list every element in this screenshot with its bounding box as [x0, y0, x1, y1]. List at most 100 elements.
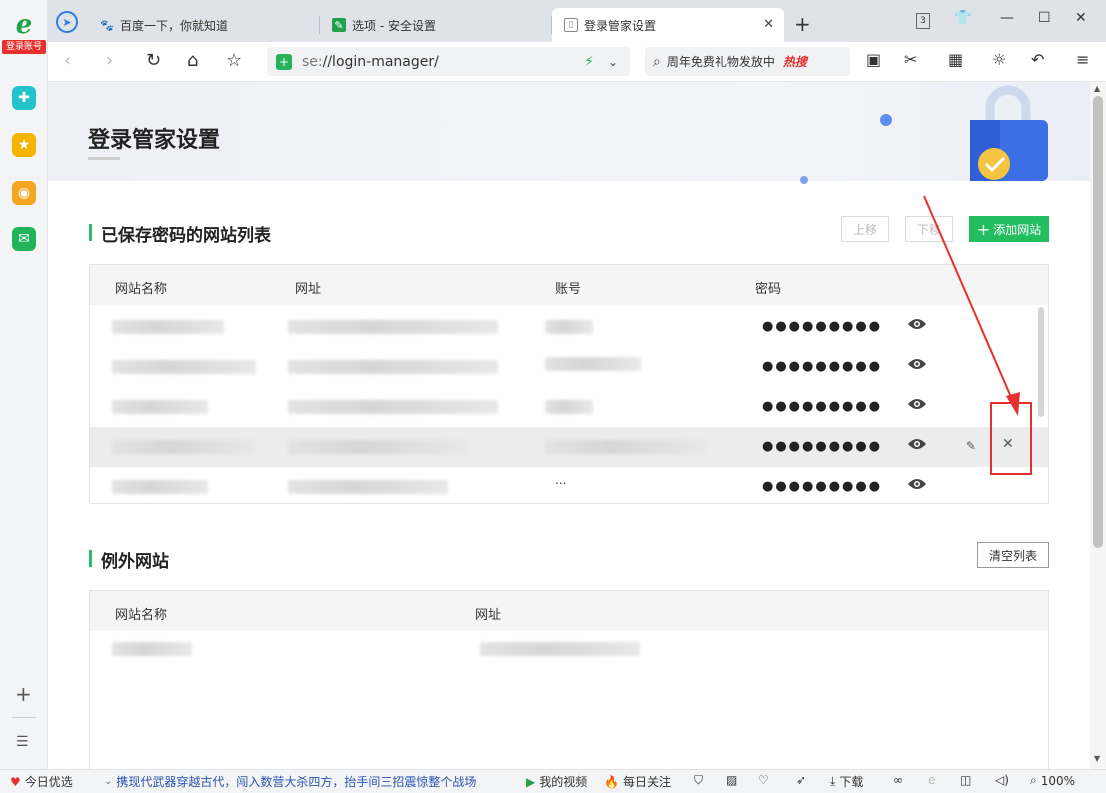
col-password: 密码 [755, 282, 782, 297]
left-sidebar: e 登录账号 ✚ ★ ◉ ✉ + ☰ [0, 0, 48, 769]
glasses-icon[interactable]: ∞ [893, 773, 903, 787]
password-mask: ●●●●●●●●● [762, 439, 883, 454]
rocket-icon[interactable]: ➶ [796, 773, 806, 787]
scroll-down-icon[interactable]: ▼ [1094, 754, 1100, 763]
brightness-icon[interactable]: ☼ [992, 50, 1006, 69]
table-scrollbar[interactable] [1038, 307, 1044, 417]
window-icon[interactable]: ◫ [960, 773, 971, 787]
skin-shirt-icon[interactable]: 👕 [954, 10, 971, 26]
news-ticker[interactable]: ⌄ 携现代武器穿越古代，闯入数营大杀四方，抬手间三招震惊整个战场 [104, 773, 476, 790]
page-banner: 登录管家设置 [48, 82, 1090, 184]
col-account: 账号 [555, 282, 582, 297]
tab-label: 选项 - 安全设置 [352, 18, 436, 33]
hot-search-label[interactable]: 热搜 [783, 53, 807, 70]
image-icon[interactable]: ▨ [726, 773, 737, 787]
navigation-compass-icon[interactable]: ➤ [56, 11, 78, 33]
blurred-account [545, 357, 641, 371]
address-bar[interactable]: + se://login-manager/ ⚡ ⌄ [267, 47, 630, 76]
scissors-icon[interactable]: ✂ [904, 50, 917, 69]
tab-baidu[interactable]: 🐾 百度一下，你就知道 [88, 8, 320, 42]
search-suggestion: 周年免费礼物发放中 [666, 55, 775, 69]
table-row[interactable] [90, 633, 1048, 673]
volume-icon[interactable]: ◁) [995, 773, 1009, 787]
forward-icon[interactable]: › [106, 50, 113, 71]
today-picks[interactable]: ♥ 今日优选 [10, 773, 73, 790]
options-wrench-icon: ✎ [332, 18, 346, 32]
password-mask: ●●●●●●●●● [762, 319, 883, 334]
page-scrollbar[interactable]: ▲ ▼ [1090, 82, 1106, 769]
bookmark-star-icon[interactable]: ☆ [226, 50, 242, 71]
table-row[interactable]: ●●●●●●●●● [90, 387, 1048, 427]
refresh-icon[interactable]: ↻ [146, 50, 161, 71]
blurred-url [288, 400, 498, 414]
table-row[interactable]: ●●●●●●●●● [90, 307, 1048, 347]
health-heartbeat-icon[interactable]: ♡ [758, 773, 769, 787]
zoom-level: 100% [1040, 773, 1076, 788]
downloads[interactable]: ⤓ 下载 [830, 773, 863, 790]
login-account-badge[interactable]: 登录账号 [2, 40, 46, 54]
show-password-eye-icon[interactable] [907, 437, 927, 451]
zoom-icon: ⌕ [1030, 773, 1037, 787]
row-ellipsis: ... [555, 473, 567, 487]
add-app-icon[interactable]: + [15, 682, 32, 706]
reader-icon[interactable]: ▣ [866, 50, 881, 69]
daily-follow[interactable]: 🔥 每日关注 [604, 773, 671, 790]
new-tab-icon[interactable]: + [794, 12, 811, 36]
tab-login-manager[interactable]: ▯ 登录管家设置 ✕ [552, 8, 784, 42]
ie-mode-icon[interactable]: e [928, 773, 935, 787]
secure-shield-icon: + [276, 53, 292, 70]
my-video[interactable]: ▶ 我的视频 [526, 773, 587, 790]
search-icon: ⌕ [653, 53, 661, 70]
speed-mode-icon[interactable]: ⚡ [584, 54, 594, 70]
baidu-paw-icon: 🐾 [100, 18, 114, 32]
sidebar-menu-icon[interactable]: ☰ [16, 734, 29, 750]
mail-icon[interactable]: ✉ [12, 227, 36, 251]
close-window-icon[interactable]: ✕ [1075, 10, 1087, 26]
main-menu-icon[interactable]: ≡ [1076, 50, 1089, 69]
maximize-icon[interactable]: ☐ [1038, 10, 1051, 26]
scroll-thumb[interactable] [1093, 96, 1103, 548]
security-shield-icon[interactable]: ⛉ [694, 773, 703, 788]
blurred-site-name [112, 320, 224, 334]
apps-grid-icon[interactable]: ▦ [948, 50, 963, 69]
tab-options-security[interactable]: ✎ 选项 - 安全设置 [320, 8, 552, 42]
tab-count-badge[interactable]: 3 [916, 13, 930, 29]
exception-sites-title: 例外网站 [89, 547, 169, 572]
show-password-eye-icon[interactable] [907, 477, 927, 491]
move-up-button[interactable]: 上移 [841, 216, 889, 242]
close-tab-icon[interactable]: ✕ [763, 17, 774, 32]
zoom-control[interactable]: ⌕ 100% [1030, 773, 1075, 788]
undo-icon[interactable]: ↶ [1031, 50, 1044, 69]
table-header: 网站名称 网址 账号 密码 [90, 265, 1048, 305]
table-row[interactable]: ... ●●●●●●●●● [90, 467, 1048, 507]
table-row-hovered[interactable]: ●●●●●●●●● ✎ ✕ [90, 427, 1048, 467]
login-manager-page: 登录管家设置 已保存密码的网站列表 上移 下移 + 添加网站 网站名称 网址 账号… [48, 82, 1090, 769]
weibo-icon[interactable]: ◉ [12, 181, 36, 205]
browser-logo[interactable]: e 登录账号 [2, 10, 46, 58]
col-url: 网址 [475, 608, 502, 623]
password-mask: ●●●●●●●●● [762, 399, 883, 414]
home-icon[interactable]: ⌂ [187, 50, 198, 71]
download-label: 下载 [839, 775, 864, 789]
address-url[interactable]: se://login-manager/ [302, 54, 439, 70]
table-header: 网站名称 网址 [90, 591, 1048, 631]
tab-label: 登录管家设置 [584, 18, 657, 33]
password-mask: ●●●●●●●●● [762, 479, 883, 494]
news-headline[interactable]: 携现代武器穿越古代，闯入数营大杀四方，抬手间三招震惊整个战场 [116, 773, 476, 790]
clear-list-button[interactable]: 清空列表 [977, 542, 1049, 568]
address-dropdown-icon[interactable]: ⌄ [608, 55, 618, 69]
col-site-name: 网站名称 [115, 282, 168, 297]
search-box[interactable]: ⌕ 周年免费礼物发放中 热搜 [645, 47, 850, 76]
health-app-icon[interactable]: ✚ [12, 86, 36, 110]
decor-dot [880, 114, 892, 126]
bottom-status-bar: ♥ 今日优选 ⌄ 携现代武器穿越古代，闯入数营大杀四方，抬手间三招震惊整个战场 ▶ 我… [0, 769, 1106, 793]
saved-passwords-table: 网站名称 网址 账号 密码 ●●●●●●●●● ●●●●●●●●● ●●●●●●… [89, 264, 1049, 504]
favorites-star-icon[interactable]: ★ [12, 133, 36, 157]
back-icon[interactable]: ‹ [64, 50, 71, 71]
col-site-name: 网站名称 [115, 608, 168, 623]
heart-icon: ♥ [10, 774, 21, 789]
table-row[interactable]: ●●●●●●●●● [90, 347, 1048, 387]
scroll-up-icon[interactable]: ▲ [1094, 84, 1100, 93]
edit-entry-icon[interactable]: ✎ [966, 439, 976, 453]
minimize-icon[interactable]: — [1000, 10, 1014, 26]
